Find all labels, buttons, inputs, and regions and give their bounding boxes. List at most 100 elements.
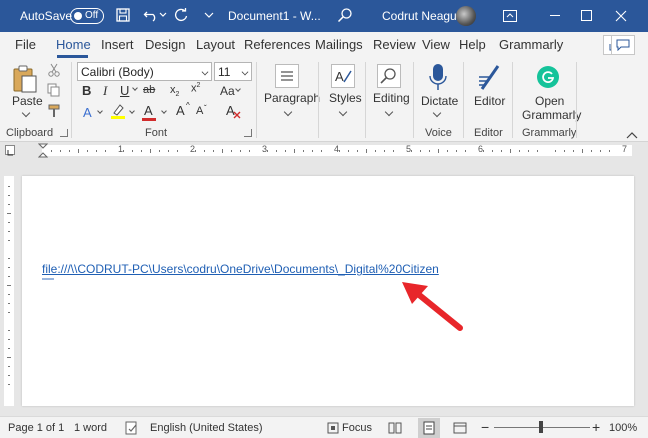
proofing-icon[interactable] <box>125 421 139 438</box>
font-size-combo[interactable]: 11 <box>214 62 252 81</box>
open-grammarly-label-1[interactable]: Open <box>535 94 564 108</box>
font-group-label: Font <box>145 127 168 139</box>
tab-references[interactable]: References <box>244 37 310 52</box>
focus-label[interactable]: Focus <box>342 422 372 434</box>
paste-dropdown-icon[interactable] <box>21 108 31 118</box>
format-painter-icon[interactable] <box>47 104 61 121</box>
paragraph-dropdown-icon[interactable] <box>283 107 293 117</box>
subscript-button[interactable]: x2 <box>170 84 179 98</box>
horizontal-ruler[interactable]: 1 2 3 4 5 6 7 <box>0 142 648 159</box>
change-case-dropdown-icon[interactable] <box>235 86 241 92</box>
text-effects-button[interactable]: A <box>83 105 92 120</box>
zoom-level[interactable]: 100% <box>609 422 637 434</box>
document-title: Document1 - W... <box>228 9 321 23</box>
font-color-button[interactable]: A <box>144 103 153 118</box>
strikethrough-button[interactable]: ab <box>143 84 155 96</box>
font-launcher-icon[interactable] <box>244 129 252 137</box>
document-page[interactable]: file:///\\CODRUT-PC\Users\codru\OneDrive… <box>22 176 634 406</box>
zoom-out-button[interactable]: − <box>481 419 489 435</box>
word-count[interactable]: 1 word <box>74 422 107 434</box>
shrink-font-button[interactable]: A <box>196 105 203 117</box>
dictate-label[interactable]: Dictate <box>421 94 458 108</box>
tab-home[interactable]: Home <box>56 37 91 52</box>
styles-label[interactable]: Styles <box>329 91 362 105</box>
text-effects-dropdown-icon[interactable] <box>97 108 103 114</box>
avatar[interactable] <box>456 6 476 26</box>
editing-dropdown-icon[interactable] <box>384 107 394 117</box>
paste-icon[interactable] <box>10 64 40 97</box>
change-case-button[interactable]: Aa <box>220 84 235 98</box>
user-name[interactable]: Codrut Neagu <box>382 9 457 23</box>
tab-layout[interactable]: Layout <box>196 37 235 52</box>
group-divider <box>463 62 464 138</box>
superscript-button[interactable]: x2 <box>191 82 200 95</box>
tab-file[interactable]: File <box>15 37 36 52</box>
tab-review[interactable]: Review <box>373 37 416 52</box>
highlight-icon[interactable] <box>110 103 126 123</box>
save-icon[interactable] <box>112 4 134 26</box>
collapse-ribbon-icon[interactable] <box>626 128 638 142</box>
ribbon-display-options-button[interactable] <box>487 0 533 32</box>
editor-icon[interactable] <box>476 63 502 96</box>
styles-icon[interactable]: A <box>331 64 355 88</box>
underline-button[interactable]: U <box>120 83 129 98</box>
autocorrect-indicator <box>42 278 54 280</box>
language-indicator[interactable]: English (United States) <box>150 422 263 434</box>
tab-selector-icon[interactable] <box>5 145 15 156</box>
font-color-dropdown-icon[interactable] <box>161 108 167 114</box>
cut-icon[interactable] <box>47 63 61 80</box>
paragraph-icon[interactable] <box>275 64 299 88</box>
clear-formatting-icon[interactable]: A <box>225 103 241 122</box>
editor-label[interactable]: Editor <box>474 94 505 108</box>
tab-mailings[interactable]: Mailings <box>315 37 363 52</box>
microphone-icon[interactable] <box>429 63 447 96</box>
ribbon-tabs: File Home Insert Design Layout Reference… <box>0 32 648 58</box>
customize-toolbar-icon[interactable] <box>198 4 220 26</box>
ruler-ticks <box>51 149 610 153</box>
read-mode-icon[interactable] <box>388 421 402 438</box>
editing-icon[interactable] <box>377 64 401 88</box>
redo-icon[interactable] <box>170 4 192 26</box>
search-icon[interactable] <box>334 4 356 26</box>
grammarly-icon[interactable] <box>537 66 559 88</box>
comments-button[interactable] <box>611 35 635 55</box>
page-count[interactable]: Page 1 of 1 <box>8 422 64 434</box>
undo-dropdown-icon[interactable] <box>158 4 168 26</box>
font-name-combo[interactable]: Calibri (Body) <box>77 62 212 81</box>
focus-icon[interactable] <box>326 421 340 438</box>
tab-grammarly[interactable]: Grammarly <box>499 37 563 52</box>
open-grammarly-label-2[interactable]: Grammarly <box>522 108 581 122</box>
tab-help[interactable]: Help <box>459 37 486 52</box>
bold-button[interactable]: B <box>82 83 91 98</box>
grow-font-button[interactable]: A <box>176 103 185 118</box>
vertical-ruler-ticks <box>7 186 11 385</box>
print-layout-button[interactable] <box>418 418 440 438</box>
group-divider <box>318 62 319 138</box>
tab-insert[interactable]: Insert <box>101 37 134 52</box>
file-path-hyperlink[interactable]: file:///\\CODRUT-PC\Users\codru\OneDrive… <box>42 262 439 276</box>
autosave-toggle[interactable]: Off <box>70 8 104 24</box>
web-layout-icon[interactable] <box>453 421 467 438</box>
tab-view[interactable]: View <box>422 37 450 52</box>
clipboard-launcher-icon[interactable] <box>60 129 68 137</box>
zoom-in-button[interactable]: + <box>592 419 600 435</box>
highlight-dropdown-icon[interactable] <box>129 108 135 114</box>
svg-text:A: A <box>335 69 344 84</box>
vertical-ruler[interactable] <box>4 176 14 406</box>
paste-label[interactable]: Paste <box>12 94 43 108</box>
font-size-dropdown-icon[interactable] <box>241 68 249 76</box>
editing-label[interactable]: Editing <box>373 91 410 105</box>
italic-button[interactable]: I <box>103 83 107 99</box>
underline-dropdown-icon[interactable] <box>132 85 138 91</box>
editor-group-label: Editor <box>474 127 503 139</box>
dictate-dropdown-icon[interactable] <box>432 108 442 118</box>
styles-dropdown-icon[interactable] <box>338 107 348 117</box>
title-bar: AutoSave Off Document1 - W... Codrut Nea… <box>0 0 648 32</box>
tab-design[interactable]: Design <box>145 37 185 52</box>
zoom-slider-thumb[interactable] <box>539 421 543 433</box>
paragraph-label[interactable]: Paragraph <box>264 91 320 105</box>
copy-icon[interactable] <box>47 83 61 100</box>
font-size-value: 11 <box>218 65 231 79</box>
font-name-dropdown-icon[interactable] <box>201 68 209 76</box>
close-button[interactable] <box>598 0 644 32</box>
